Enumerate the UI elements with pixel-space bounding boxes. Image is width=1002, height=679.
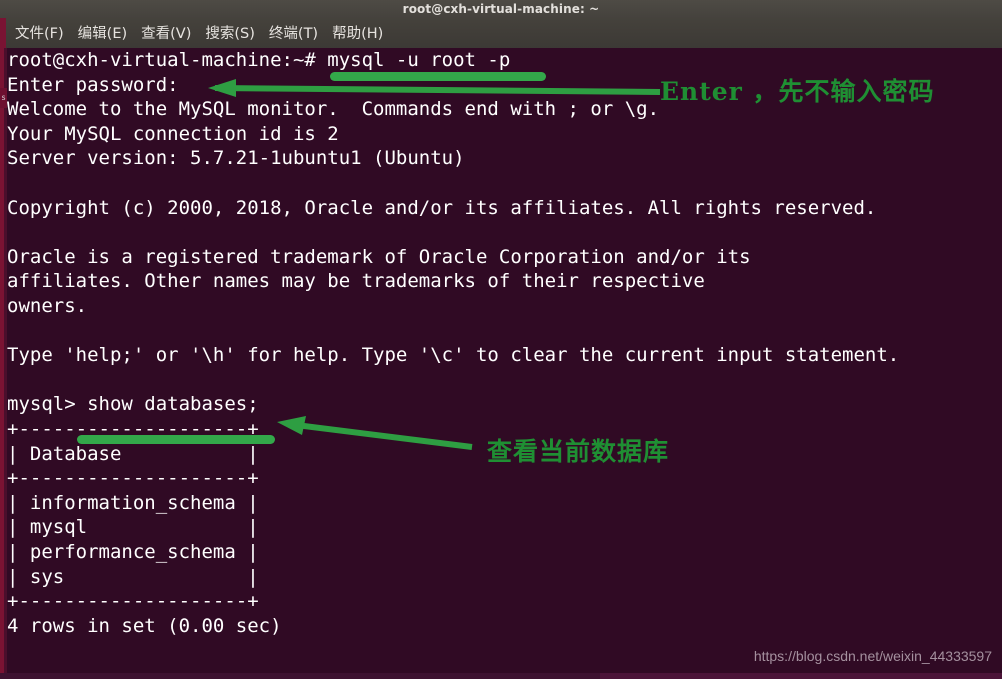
terminal-line: owners.: [7, 295, 88, 317]
terminal-line: | mysql |: [7, 516, 259, 539]
terminal-window: root@cxh-virtual-machine: ~ 文件(F) 编辑(E) …: [0, 0, 1002, 679]
annotation-show-databases-label: 查看当前数据库: [487, 437, 670, 466]
terminal-line: | performance_schema |: [7, 541, 259, 563]
window-bottom-edge-accent: [600, 673, 1002, 679]
watermark-url: https://blog.csdn.net/weixin_44333597: [753, 648, 992, 664]
terminal-line: 4 rows in set (0.00 sec): [7, 614, 282, 637]
terminal-line: +--------------------+: [7, 590, 259, 613]
menubar: 文件(F) 编辑(E) 查看(V) 搜索(S) 终端(T) 帮助(H): [0, 18, 1002, 48]
menu-item-help[interactable]: 帮助(H): [325, 20, 390, 46]
terminal-line: Welcome to the MySQL monitor. Commands e…: [7, 98, 660, 121]
terminal-line: +--------------------+: [7, 418, 259, 440]
menu-item-edit[interactable]: 编辑(E): [71, 20, 134, 46]
terminal-line: root@cxh-virtual-machine:~# mysql -u roo…: [7, 49, 511, 71]
window-titlebar: root@cxh-virtual-machine: ~: [0, 0, 1002, 18]
terminal-line: | sys |: [7, 565, 259, 588]
terminal-line: +--------------------+: [7, 467, 259, 490]
menu-item-search[interactable]: 搜索(S): [198, 20, 262, 46]
terminal-line: Copyright (c) 2000, 2018, Oracle and/or …: [7, 196, 877, 219]
window-left-edge-inner: [4, 48, 7, 673]
terminal-line: Oracle is a registered trademark of Orac…: [7, 245, 751, 268]
window-title: root@cxh-virtual-machine: ~: [402, 2, 600, 16]
menu-item-terminal[interactable]: 终端(T): [262, 20, 325, 46]
terminal-line: Server version: 5.7.21-1ubuntu1 (Ubuntu): [7, 147, 465, 170]
terminal-line: | Database |: [7, 442, 259, 465]
terminal-lines: root@cxh-virtual-machine:~# mysql -u roo…: [7, 48, 1002, 673]
terminal-line: affiliates. Other names may be trademark…: [7, 270, 705, 293]
menu-item-view[interactable]: 查看(V): [134, 20, 198, 46]
menu-item-file[interactable]: 文件(F): [8, 20, 71, 46]
terminal-line: Your MySQL connection id is 2: [7, 122, 339, 145]
terminal-line-command: mysql> show databases;: [7, 393, 259, 416]
terminal-line: Enter password:: [7, 73, 179, 96]
terminal-output-area[interactable]: root@cxh-virtual-machine:~# mysql -u roo…: [0, 48, 1002, 673]
annotation-enter-password-label: Enter ，先不输入密码: [660, 77, 935, 106]
terminal-line: | information_schema |: [7, 491, 259, 514]
scrollbar-nub[interactable]: s: [0, 88, 7, 108]
terminal-line: Type 'help;' or '\h' for help. Type '\c'…: [7, 344, 900, 367]
